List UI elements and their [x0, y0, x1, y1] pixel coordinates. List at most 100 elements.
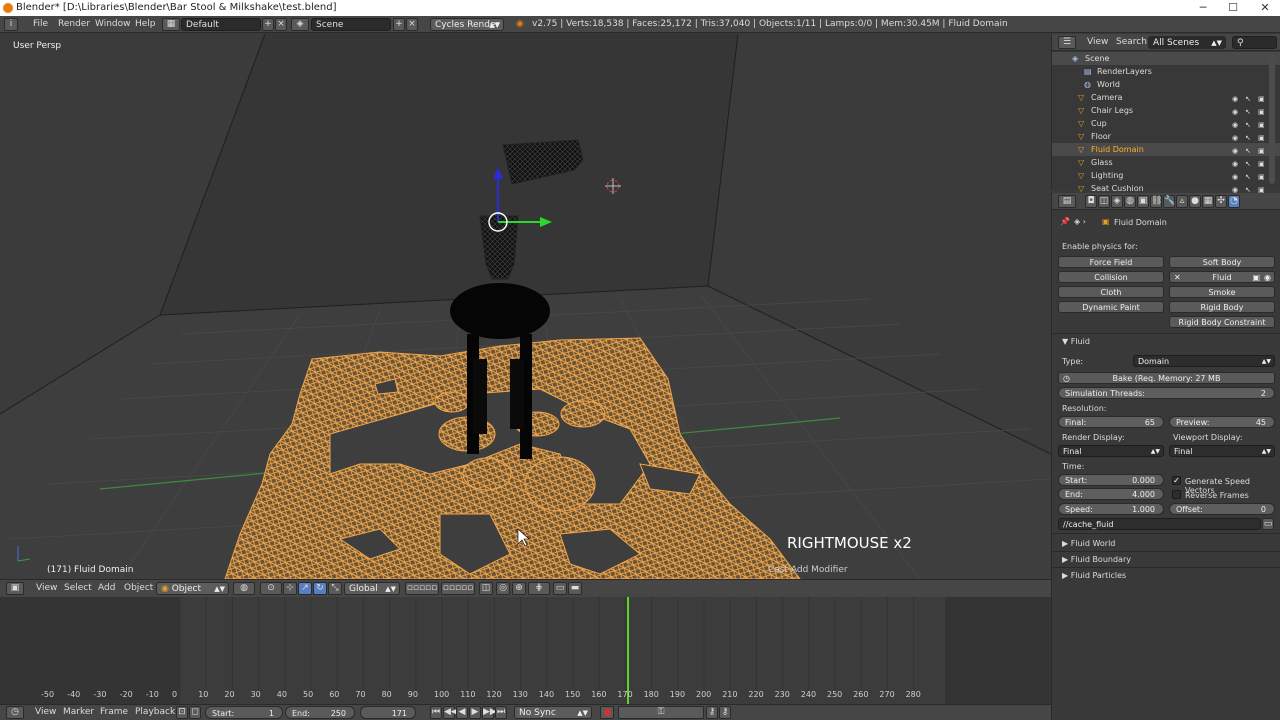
menu-add[interactable]: Add: [98, 582, 115, 595]
proportional-edit-icon[interactable]: ◎: [496, 582, 510, 595]
visibility-eye-icon[interactable]: ◉: [1232, 132, 1240, 142]
lock-camera-icon[interactable]: ◫: [479, 582, 493, 595]
menu-file[interactable]: File: [33, 18, 48, 31]
end-frame-field[interactable]: End: 250: [285, 706, 355, 719]
pin-icon[interactable]: 📌: [1060, 217, 1070, 226]
rigid-body-button[interactable]: Rigid Body: [1169, 301, 1275, 313]
fluid-boundary-panel[interactable]: ▶ Fluid Boundary: [1062, 555, 1131, 564]
manipulator-toggle-icon[interactable]: ⊹: [283, 582, 297, 595]
editor-type-outliner-icon[interactable]: ☰: [1058, 36, 1076, 49]
smoke-button[interactable]: Smoke: [1169, 286, 1275, 298]
soft-body-button[interactable]: Soft Body: [1169, 256, 1275, 268]
menu-help[interactable]: Help: [135, 18, 156, 31]
force-field-button[interactable]: Force Field: [1058, 256, 1164, 268]
outliner-search-input[interactable]: ⚲: [1232, 36, 1277, 49]
menu-view[interactable]: View: [36, 582, 57, 595]
fluid-visibility-icon[interactable]: ◉: [1264, 272, 1271, 284]
outliner-scrollbar[interactable]: [1269, 54, 1275, 184]
rigid-body-constraint-button[interactable]: Rigid Body Constraint: [1169, 316, 1275, 328]
menu-frame[interactable]: Frame: [100, 706, 128, 719]
jump-start-icon[interactable]: ⏮: [430, 706, 442, 719]
outliner-menu-view[interactable]: View: [1087, 36, 1108, 49]
visibility-eye-icon[interactable]: ◉: [1232, 119, 1240, 129]
selectability-icon[interactable]: ↖: [1245, 171, 1253, 181]
record-icon[interactable]: [600, 706, 614, 719]
cloth-button[interactable]: Cloth: [1058, 286, 1164, 298]
snap-element-icon[interactable]: ⋕: [528, 582, 550, 595]
material-tab-icon[interactable]: ●: [1189, 195, 1201, 208]
mode-dropdown[interactable]: ◉ Object Mode▲▼: [156, 582, 229, 607]
sync-dropdown[interactable]: No Sync ▲▼: [514, 706, 592, 719]
maximize-button[interactable]: ☐: [1218, 0, 1248, 16]
minimize-button[interactable]: ─: [1188, 0, 1218, 16]
fluid-render-icon[interactable]: ▣: [1252, 272, 1260, 284]
viewport-display-dropdown[interactable]: Final ▲▼: [1169, 445, 1275, 457]
selectability-icon[interactable]: ↖: [1245, 106, 1253, 116]
opengl-render-icon[interactable]: ▬: [568, 582, 582, 595]
remove-scene-icon[interactable]: ×: [406, 18, 418, 31]
simulation-threads-field[interactable]: Simulation Threads: 2: [1058, 387, 1275, 399]
outliner-row[interactable]: ▽ Lighting ◉ ↖ ▣: [1052, 169, 1280, 182]
time-end-field[interactable]: End: 4.000: [1058, 488, 1164, 500]
prev-keyframe-icon[interactable]: ◀◀: [443, 706, 458, 719]
jump-end-icon[interactable]: ⏭: [495, 706, 507, 719]
outliner-row[interactable]: ▤ RenderLayers: [1052, 65, 1280, 78]
final-resolution-field[interactable]: Final: 65: [1058, 416, 1164, 428]
render-engine-dropdown[interactable]: Cycles Render ▲▼: [430, 18, 504, 31]
preview-range-icon[interactable]: ⊡: [176, 706, 188, 719]
render-display-dropdown[interactable]: Final ▲▼: [1058, 445, 1164, 457]
menu-window[interactable]: Window: [95, 18, 131, 31]
folder-browse-icon[interactable]: ▭: [1262, 518, 1274, 530]
menu-playback[interactable]: Playback: [135, 706, 175, 719]
menu-view[interactable]: View: [35, 706, 56, 719]
translate-manipulator-icon[interactable]: ↗: [298, 582, 312, 595]
scale-manipulator-icon[interactable]: ⤡: [328, 582, 342, 595]
dynamic-paint-button[interactable]: Dynamic Paint: [1058, 301, 1164, 313]
renderability-icon[interactable]: ▣: [1258, 119, 1266, 129]
outliner-row[interactable]: ▽ Camera ◉ ↖ ▣: [1052, 91, 1280, 104]
renderability-icon[interactable]: ▣: [1258, 93, 1266, 103]
play-reverse-icon[interactable]: ◀: [456, 706, 468, 719]
close-window-button[interactable]: ✕: [1250, 0, 1280, 16]
generate-speed-vectors-checkbox[interactable]: ✓: [1172, 476, 1181, 485]
orientation-dropdown[interactable]: Global ▲▼: [344, 582, 400, 595]
fluid-button[interactable]: ✕ Fluid ▣ ◉: [1169, 271, 1275, 283]
editor-type-info-icon[interactable]: i: [4, 18, 18, 31]
add-scene-icon[interactable]: +: [393, 18, 405, 31]
renderability-icon[interactable]: ▣: [1258, 145, 1266, 155]
selectability-icon[interactable]: ↖: [1245, 119, 1253, 129]
fluid-world-panel[interactable]: ▶ Fluid World: [1062, 539, 1115, 548]
speed-field[interactable]: Speed: 1.000: [1058, 503, 1164, 515]
editor-type-3d-icon[interactable]: ▣: [6, 582, 24, 595]
outliner-row[interactable]: ▽ Cup ◉ ↖ ▣: [1052, 117, 1280, 130]
object-tab-icon[interactable]: ▣: [1137, 195, 1149, 208]
editor-type-timeline-icon[interactable]: ◷: [6, 706, 24, 719]
offset-field[interactable]: Offset: 0: [1169, 503, 1275, 515]
screen-layout-icon[interactable]: ▦: [162, 18, 180, 31]
3d-viewport[interactable]: User Persp (171) Fluid Domain RIGHTMOUSE…: [0, 34, 1051, 579]
constraints-tab-icon[interactable]: ⛓: [1150, 195, 1162, 208]
outliner-editor[interactable]: ☰ View Search All Scenes ▲▼ ⚲ ◈ Scene ▤ Rend…: [1051, 34, 1280, 194]
renderability-icon[interactable]: ▣: [1258, 171, 1266, 181]
renderability-icon[interactable]: ▣: [1258, 106, 1266, 116]
render-layers-tab-icon[interactable]: ◫: [1098, 195, 1110, 208]
menu-select[interactable]: Select: [64, 582, 92, 595]
renderability-icon[interactable]: ▣: [1258, 158, 1266, 168]
menu-render[interactable]: Render: [58, 18, 90, 31]
visibility-eye-icon[interactable]: ◉: [1232, 184, 1240, 194]
reverse-frames-checkbox[interactable]: [1172, 490, 1181, 499]
outliner-row[interactable]: ▽ Floor ◉ ↖ ▣: [1052, 130, 1280, 143]
fluid-particles-panel[interactable]: ▶ Fluid Particles: [1062, 571, 1126, 580]
layers-a-icon[interactable]: ▫▫▫▫▫: [405, 582, 439, 595]
render-tab-icon[interactable]: ◘: [1085, 195, 1097, 208]
selectability-icon[interactable]: ↖: [1245, 132, 1253, 142]
scene-field[interactable]: Scene: [311, 18, 391, 31]
preview-resolution-field[interactable]: Preview: 45: [1169, 416, 1275, 428]
editor-type-properties-icon[interactable]: ▤: [1058, 195, 1076, 208]
outliner-filter-dropdown[interactable]: All Scenes ▲▼: [1148, 36, 1226, 49]
selectability-icon[interactable]: ↖: [1245, 184, 1253, 194]
world-tab-icon[interactable]: ◍: [1124, 195, 1136, 208]
renderability-icon[interactable]: ▣: [1258, 184, 1266, 194]
outliner-menu-search[interactable]: Search: [1116, 36, 1147, 49]
visibility-eye-icon[interactable]: ◉: [1232, 145, 1240, 155]
